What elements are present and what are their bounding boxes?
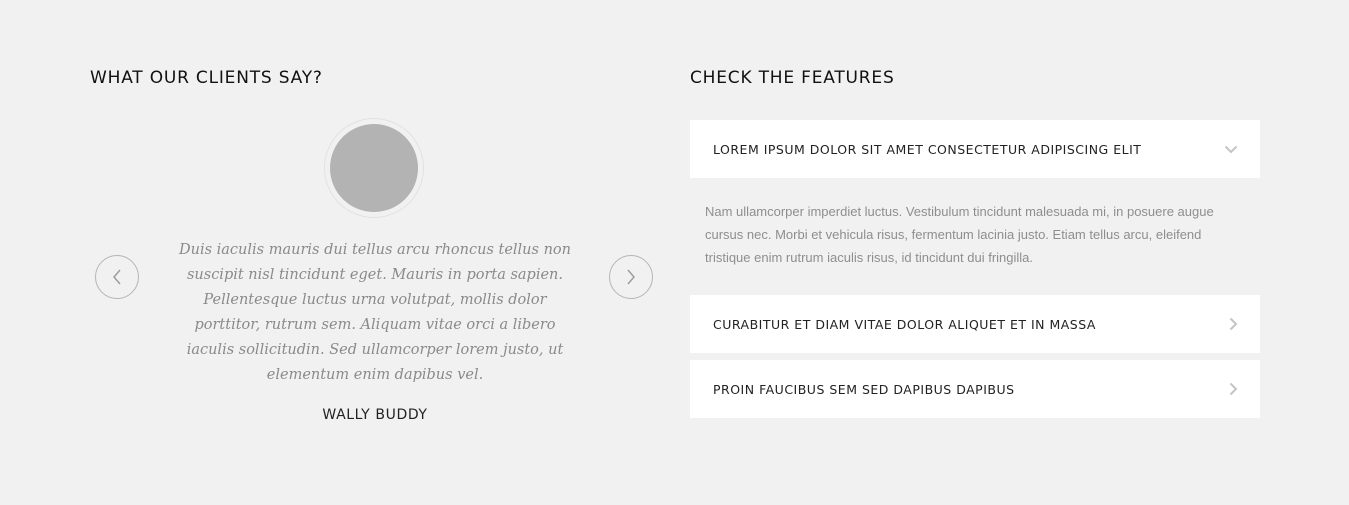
accordion-title: PROIN FAUCIBUS SEM SED DAPIBUS DAPIBUS bbox=[713, 381, 1015, 397]
accordion-spacer bbox=[690, 353, 1260, 360]
testimonials-heading: WHAT OUR CLIENTS SAY? bbox=[90, 68, 323, 88]
testimonials-section: WHAT OUR CLIENTS SAY? Duis iaculis mauri… bbox=[90, 66, 660, 446]
accordion-item: PROIN FAUCIBUS SEM SED DAPIBUS DAPIBUS bbox=[690, 360, 1260, 418]
accordion-header-3[interactable]: PROIN FAUCIBUS SEM SED DAPIBUS DAPIBUS bbox=[690, 360, 1260, 418]
accordion-header-1[interactable]: LOREM IPSUM DOLOR SIT AMET CONSECTETUR A… bbox=[690, 120, 1260, 178]
testimonial-author: WALLY BUDDY bbox=[322, 407, 428, 423]
accordion-header-2[interactable]: CURABITUR ET DIAM VITAE DOLOR ALIQUET ET… bbox=[690, 295, 1260, 353]
accordion-body: Nam ullamcorper imperdiet luctus. Vestib… bbox=[705, 204, 1214, 265]
testimonial-quote: Duis iaculis mauris dui tellus arcu rhon… bbox=[179, 242, 571, 383]
features-section: CHECK THE FEATURES LOREM IPSUM DOLOR SIT… bbox=[690, 66, 1260, 418]
accordion-title: CURABITUR ET DIAM VITAE DOLOR ALIQUET ET… bbox=[713, 316, 1096, 332]
features-accordion: LOREM IPSUM DOLOR SIT AMET CONSECTETUR A… bbox=[690, 120, 1260, 418]
accordion-item: LOREM IPSUM DOLOR SIT AMET CONSECTETUR A… bbox=[690, 120, 1260, 295]
testimonial-prev-button[interactable] bbox=[95, 255, 139, 299]
chevron-down-icon bbox=[1224, 145, 1238, 154]
chevron-right-icon bbox=[1229, 317, 1238, 331]
chevron-right-icon bbox=[1229, 382, 1238, 396]
client-avatar bbox=[330, 124, 418, 212]
chevron-right-icon bbox=[626, 269, 636, 285]
accordion-item: CURABITUR ET DIAM VITAE DOLOR ALIQUET ET… bbox=[690, 295, 1260, 353]
features-heading: CHECK THE FEATURES bbox=[690, 68, 895, 88]
client-avatar-frame bbox=[324, 118, 424, 218]
testimonial-next-button[interactable] bbox=[609, 255, 653, 299]
chevron-left-icon bbox=[112, 269, 122, 285]
accordion-title: LOREM IPSUM DOLOR SIT AMET CONSECTETUR A… bbox=[713, 141, 1142, 157]
